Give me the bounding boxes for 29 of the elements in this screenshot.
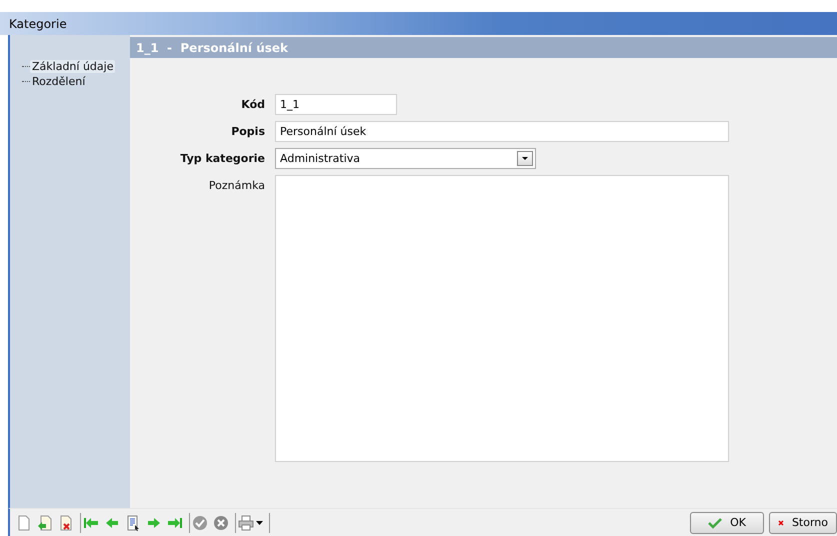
check-circle-icon — [192, 514, 208, 530]
field-label: Popis — [230, 124, 265, 138]
page-arrow-button[interactable] — [37, 512, 53, 532]
caret-icon — [256, 520, 263, 524]
page-button[interactable] — [16, 512, 32, 532]
document-pointer-button[interactable] — [125, 512, 141, 532]
page-icon — [16, 514, 32, 530]
field-label: Poznámka — [208, 178, 265, 192]
check-icon — [708, 516, 722, 528]
document-pointer-icon — [125, 514, 141, 530]
cancel-button[interactable]: Storno — [769, 512, 837, 534]
text-field[interactable]: 1_1 — [275, 94, 397, 115]
caret-icon — [521, 156, 529, 161]
page-arrow-icon — [37, 514, 53, 530]
page-x-button[interactable] — [58, 512, 74, 532]
notes-field[interactable] — [275, 175, 729, 462]
record-header: 1_1 - Personální úsek — [130, 37, 837, 58]
dropdown[interactable]: Administrativa — [275, 148, 536, 169]
printer-button[interactable] — [238, 512, 263, 532]
x-circle-icon — [213, 514, 229, 530]
field-label: Kód — [240, 97, 265, 111]
page-x-icon — [58, 514, 74, 530]
tree-item[interactable]: Rozdělení — [30, 75, 88, 88]
printer-icon — [238, 514, 254, 530]
ok-button[interactable]: OK — [690, 512, 764, 534]
field-label: Typ kategorie — [179, 151, 265, 165]
window-title: Kategorie — [9, 16, 67, 30]
text-field[interactable]: Personální úsek — [275, 121, 729, 142]
tree-item[interactable]: Základní údaje — [30, 60, 116, 73]
